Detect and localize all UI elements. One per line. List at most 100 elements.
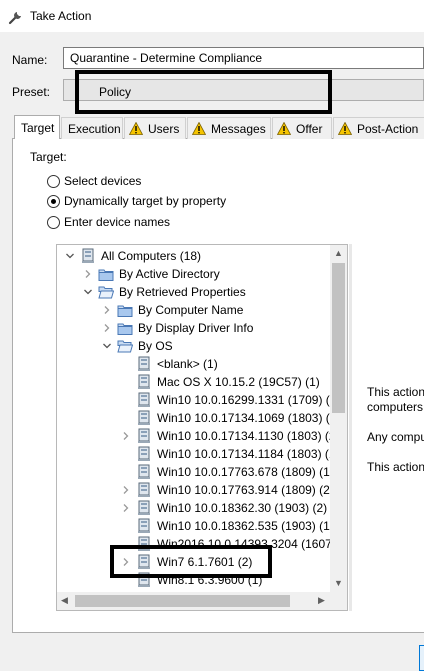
tab-target-label: Target bbox=[21, 120, 55, 135]
computer-group-icon bbox=[136, 464, 152, 480]
tree-node-label: By Computer Name bbox=[138, 303, 244, 317]
chevron-right-icon[interactable] bbox=[101, 322, 113, 334]
tree-node[interactable]: By Active Directory bbox=[82, 265, 220, 283]
tree-node-label: <blank> (1) bbox=[157, 357, 218, 371]
computer-group-icon bbox=[136, 374, 152, 390]
computer-group-icon bbox=[80, 248, 96, 264]
tab-post-action-label: Post-Action bbox=[357, 121, 419, 136]
tree-node[interactable]: Win10 10.0.18362.535 (1903) (1) bbox=[120, 517, 334, 535]
radio-button[interactable] bbox=[47, 174, 60, 188]
tree-vertical-scroll-thumb[interactable] bbox=[332, 263, 345, 413]
warning-icon bbox=[192, 122, 206, 135]
tree-node-label: By Display Driver Info bbox=[138, 321, 254, 335]
radio-dynamic-target-label: Dynamically target by property bbox=[64, 194, 227, 208]
tree-node-label: Mac OS X 10.15.2 (19C57) (1) bbox=[157, 375, 320, 389]
description-line: This action bbox=[367, 385, 424, 399]
tree-node-label: By Active Directory bbox=[119, 267, 220, 281]
radio-button[interactable] bbox=[47, 215, 60, 229]
radio-enter-device-names-label: Enter device names bbox=[64, 215, 171, 229]
warning-icon bbox=[338, 122, 352, 135]
computer-group-icon bbox=[136, 410, 152, 426]
computer-group-icon bbox=[136, 446, 152, 462]
folder-open-icon bbox=[98, 284, 115, 300]
tree-node-label: By OS bbox=[138, 339, 173, 353]
name-label: Name: bbox=[12, 53, 48, 67]
scrollbar-corner bbox=[331, 592, 347, 610]
tree-node[interactable]: Win10 10.0.17763.678 (1809) (1) bbox=[120, 463, 334, 481]
tree-node-label: Win10 10.0.17763.678 (1809) (1) bbox=[157, 465, 334, 479]
name-input[interactable]: Quarantine - Determine Compliance bbox=[63, 47, 424, 69]
chevron-right-icon[interactable] bbox=[82, 268, 94, 280]
tree-node[interactable]: <blank> (1) bbox=[120, 355, 218, 373]
tree-node-label: Win10 10.0.17134.1069 (1803) (1) bbox=[157, 411, 341, 425]
scroll-up-arrow-icon[interactable]: ▲ bbox=[334, 248, 343, 258]
tree-node[interactable]: Win10 10.0.17763.914 (1809) (2) bbox=[120, 481, 334, 499]
target-label: Target: bbox=[30, 150, 67, 164]
tree-node[interactable]: All Computers (18) bbox=[64, 247, 201, 265]
tree-node[interactable]: Mac OS X 10.15.2 (19C57) (1) bbox=[120, 373, 320, 391]
warning-icon bbox=[129, 122, 143, 135]
tree-node[interactable]: Win10 10.0.17134.1130 (1803) (2) bbox=[120, 427, 340, 445]
folder-icon bbox=[98, 266, 114, 282]
radio-select-devices-label: Select devices bbox=[64, 174, 142, 188]
tab-post-action[interactable]: Post-Action bbox=[333, 117, 424, 139]
scroll-right-arrow-icon[interactable]: ▶ bbox=[318, 595, 325, 606]
tab-execution[interactable]: Execution bbox=[61, 117, 123, 139]
tree-node[interactable]: By Display Driver Info bbox=[101, 319, 253, 337]
panel-splitter[interactable] bbox=[349, 244, 352, 611]
tree-node-label: Win10 10.0.17763.914 (1809) (2) bbox=[157, 483, 334, 497]
tree-node[interactable]: Win10 10.0.18362.30 (1903) (2) bbox=[120, 499, 327, 517]
preset-label: Preset: bbox=[12, 85, 51, 99]
wrench-icon bbox=[8, 12, 21, 25]
chevron-right-icon[interactable] bbox=[120, 484, 132, 496]
folder-icon bbox=[117, 302, 133, 318]
tab-offer-label: Offer bbox=[296, 121, 323, 136]
scroll-down-arrow-icon[interactable]: ▼ bbox=[334, 578, 343, 588]
tab-messages-label: Messages bbox=[211, 121, 266, 136]
tree-node[interactable]: Win10 10.0.16299.1331 (1709) (1) bbox=[120, 391, 340, 409]
tab-offer[interactable]: Offer bbox=[272, 117, 332, 139]
folder-open-icon bbox=[117, 338, 134, 354]
tree-node[interactable]: By Retrieved Properties bbox=[82, 283, 246, 301]
computer-group-icon bbox=[136, 518, 152, 534]
tree-node-label: By Retrieved Properties bbox=[119, 285, 246, 299]
chevron-right-icon[interactable] bbox=[120, 430, 132, 442]
chevron-down-icon[interactable] bbox=[101, 340, 113, 352]
tree-node-label: All Computers (18) bbox=[101, 249, 202, 263]
dialog-button-partial[interactable] bbox=[419, 645, 424, 671]
window-title: Take Action bbox=[30, 9, 92, 23]
tree-node[interactable]: Win10 10.0.17134.1069 (1803) (1) bbox=[120, 409, 340, 427]
folder-icon bbox=[117, 320, 133, 336]
computer-group-icon bbox=[136, 500, 152, 516]
tab-messages[interactable]: Messages bbox=[187, 117, 271, 139]
chevron-down-icon[interactable] bbox=[64, 250, 76, 262]
tree-horizontal-scroll-thumb[interactable] bbox=[75, 595, 290, 607]
tree-node-label: Win10 10.0.18362.535 (1903) (1) bbox=[157, 519, 334, 533]
tab-users[interactable]: Users bbox=[124, 117, 186, 139]
tree-node[interactable]: By Computer Name bbox=[101, 301, 243, 319]
radio-enter-device-names[interactable]: Enter device names bbox=[47, 215, 170, 229]
radio-button-selected[interactable] bbox=[47, 194, 60, 208]
description-line: computers bbox=[367, 400, 424, 414]
radio-select-devices[interactable]: Select devices bbox=[47, 174, 141, 188]
warning-icon bbox=[277, 122, 291, 135]
chevron-right-icon[interactable] bbox=[120, 502, 132, 514]
chevron-down-icon[interactable] bbox=[82, 286, 94, 298]
tree-node[interactable]: By OS bbox=[101, 337, 173, 355]
tab-users-label: Users bbox=[148, 121, 180, 136]
computer-group-icon bbox=[136, 428, 152, 444]
description-line: This action bbox=[367, 460, 424, 474]
chevron-right-icon[interactable] bbox=[101, 304, 113, 316]
computer-group-icon bbox=[136, 392, 152, 408]
radio-dynamic-target[interactable]: Dynamically target by property bbox=[47, 194, 226, 208]
scroll-left-arrow-icon[interactable]: ◀ bbox=[61, 595, 68, 606]
tree-node[interactable]: Win10 10.0.17134.1184 (1803) (1) bbox=[120, 445, 340, 463]
tab-target[interactable]: Target bbox=[14, 115, 60, 139]
